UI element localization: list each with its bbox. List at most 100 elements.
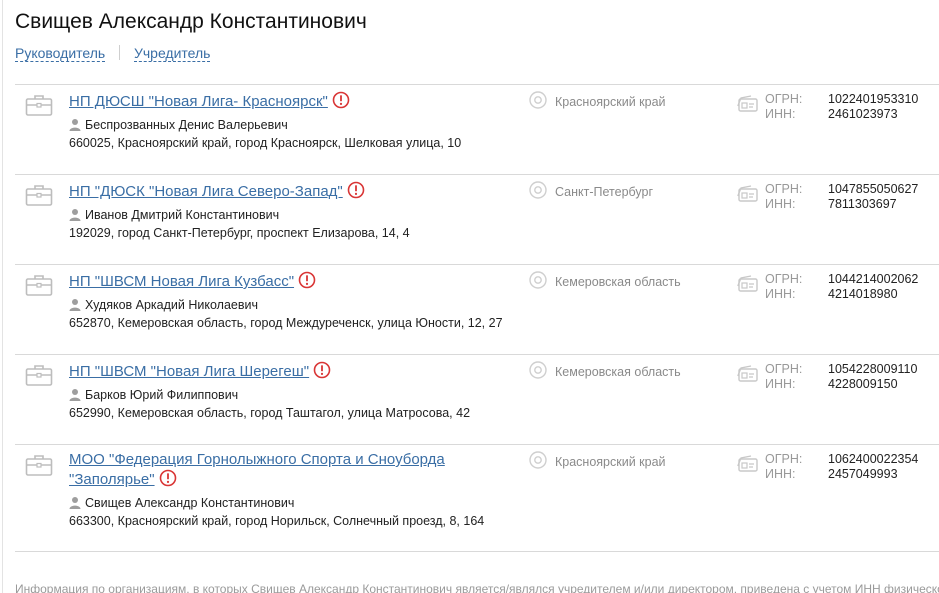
location-pin-icon — [529, 91, 547, 116]
organization-row: НП "ШВСМ "Новая Лига Шерегеш" Барков Юри… — [15, 355, 939, 445]
inn-label: ИНН: — [765, 377, 796, 391]
organization-region: Кемеровская область — [529, 361, 681, 386]
location-pin-icon — [529, 181, 547, 206]
warning-icon[interactable] — [347, 181, 365, 204]
registration-values: 1054228009110 4228009150 — [828, 362, 917, 392]
ogrn-value: 1022401953310 — [828, 92, 919, 106]
inn-value: 2457049993 — [828, 467, 898, 481]
id-card-icon — [737, 275, 759, 298]
left-border — [2, 0, 3, 593]
warning-icon[interactable] — [313, 361, 331, 384]
role-tabs: Руководитель Учредитель — [15, 45, 211, 62]
organization-head: Барков Юрий Филиппович — [69, 387, 469, 405]
location-pin-icon — [529, 451, 547, 476]
organization-region: Кемеровская область — [529, 271, 681, 296]
organization-info: НП "ДЮСК "Новая Лига Северо-Запад" Ивано… — [69, 181, 469, 242]
ogrn-label: ОГРН: — [765, 92, 803, 106]
organization-info: МОО "Федерация Горнолыжного Спорта и Сно… — [69, 451, 485, 530]
organization-info: НП ДЮСШ "Новая Лига- Красноярск" Беспроз… — [69, 91, 469, 152]
person-icon — [69, 388, 81, 405]
registration-values: 1022401953310 2461023973 — [828, 92, 918, 122]
inn-label: ИНН: — [765, 287, 796, 301]
organization-region-name: Кемеровская область — [555, 275, 681, 289]
organization-region-name: Кемеровская область — [555, 365, 681, 379]
ogrn-label: ОГРН: — [765, 182, 803, 196]
organization-address: 663300, Красноярский край, город Норильс… — [69, 514, 485, 528]
registration-labels: ОГРН: ИНН: — [765, 362, 802, 392]
organization-address: 192029, город Санкт-Петербург, проспект … — [69, 226, 410, 240]
ogrn-label: ОГРН: — [765, 272, 803, 286]
organization-name-link[interactable]: НП "ШВСМ Новая Лига Кузбасс" — [69, 273, 294, 290]
ogrn-label: ОГРН: — [765, 452, 803, 466]
organization-address: 652870, Кемеровская область, город Между… — [69, 316, 503, 330]
inn-label: ИНН: — [765, 467, 796, 481]
footer-note: Информация по организациям, в которых Св… — [15, 582, 939, 593]
briefcase-icon — [25, 93, 53, 122]
warning-icon[interactable] — [332, 91, 350, 114]
id-card-icon — [737, 95, 759, 118]
registration-labels: ОГРН: ИНН: — [765, 92, 802, 122]
warning-icon[interactable] — [159, 469, 177, 492]
inn-value: 4228009150 — [828, 377, 898, 391]
tab-founder[interactable]: Учредитель — [133, 45, 211, 62]
organization-region-name: Красноярский край — [555, 95, 666, 109]
person-icon — [69, 118, 81, 135]
tab-separator — [119, 45, 121, 60]
organization-head: Худяков Аркадий Николаевич — [69, 297, 469, 315]
organization-head-name: Свищев Александр Константинович — [85, 496, 295, 510]
organization-head-name: Худяков Аркадий Николаевич — [85, 298, 258, 312]
page: Свищев Александр Константинович Руководи… — [0, 0, 939, 593]
organization-head-name: Беспрозванных Денис Валерьевич — [85, 118, 288, 132]
id-card-icon — [737, 455, 759, 478]
organization-head-name: Иванов Дмитрий Константинович — [85, 208, 280, 222]
registration-values: 1047855050627 7811303697 — [828, 182, 918, 212]
ogrn-value: 1047855050627 — [828, 182, 919, 196]
organization-row: НП "ШВСМ Новая Лига Кузбасс" Худяков Арк… — [15, 265, 939, 355]
ogrn-label: ОГРН: — [765, 362, 803, 376]
organization-name-link-continued[interactable]: "Заполярье" — [69, 471, 155, 488]
inn-label: ИНН: — [765, 197, 796, 211]
organization-name-link[interactable]: МОО "Федерация Горнолыжного Спорта и Сно… — [69, 451, 445, 468]
person-icon — [69, 298, 81, 315]
organization-head: Иванов Дмитрий Константинович — [69, 207, 469, 225]
inn-value: 7811303697 — [828, 197, 897, 211]
organization-name-link[interactable]: НП "ШВСМ "Новая Лига Шерегеш" — [69, 363, 309, 380]
tab-director[interactable]: Руководитель — [15, 45, 106, 62]
organization-address: 660025, Красноярский край, город Красноя… — [69, 136, 462, 150]
ogrn-value: 1054228009110 — [828, 362, 918, 376]
organization-region-name: Красноярский край — [555, 455, 666, 469]
page-title: Свищев Александр Константинович — [15, 10, 367, 33]
ogrn-value: 1044214002062 — [828, 272, 919, 286]
inn-value: 4214018980 — [828, 287, 898, 301]
organization-name-block: НП "ШВСМ "Новая Лига Шерегеш" — [69, 361, 469, 384]
registration-labels: ОГРН: ИНН: — [765, 182, 802, 212]
organization-row: НП "ДЮСК "Новая Лига Северо-Запад" Ивано… — [15, 175, 939, 265]
ogrn-value: 1062400022354 — [828, 452, 919, 466]
organization-info: НП "ШВСМ "Новая Лига Шерегеш" Барков Юри… — [69, 361, 471, 422]
organization-head: Беспрозванных Денис Валерьевич — [69, 117, 469, 135]
person-icon — [69, 496, 81, 513]
organization-row: НП ДЮСШ "Новая Лига- Красноярск" Беспроз… — [15, 85, 939, 175]
organization-region: Санкт-Петербург — [529, 181, 653, 206]
inn-label: ИНН: — [765, 107, 796, 121]
location-pin-icon — [529, 361, 547, 386]
briefcase-icon — [25, 363, 53, 392]
id-card-icon — [737, 365, 759, 388]
organization-name-link[interactable]: НП ДЮСШ "Новая Лига- Красноярск" — [69, 93, 328, 110]
organization-region-name: Санкт-Петербург — [555, 185, 654, 199]
organization-name-block: МОО "Федерация Горнолыжного Спорта и Сно… — [69, 451, 469, 492]
organization-list: НП ДЮСШ "Новая Лига- Красноярск" Беспроз… — [15, 84, 939, 552]
inn-value: 2461023973 — [828, 107, 898, 121]
warning-icon[interactable] — [298, 271, 316, 294]
id-card-icon — [737, 185, 759, 208]
registration-values: 1044214002062 4214018980 — [828, 272, 918, 302]
person-icon — [69, 208, 81, 225]
organization-name-block: НП ДЮСШ "Новая Лига- Красноярск" — [69, 91, 469, 114]
organization-head-name: Барков Юрий Филиппович — [85, 388, 239, 402]
organization-name-block: НП "ДЮСК "Новая Лига Северо-Запад" — [69, 181, 469, 204]
organization-name-link[interactable]: НП "ДЮСК "Новая Лига Северо-Запад" — [69, 183, 343, 200]
organization-row: МОО "Федерация Горнолыжного Спорта и Сно… — [15, 445, 939, 552]
organization-address: 652990, Кемеровская область, город Ташта… — [69, 406, 471, 420]
organization-name-block: НП "ШВСМ Новая Лига Кузбасс" — [69, 271, 469, 294]
registration-values: 1062400022354 2457049993 — [828, 452, 918, 482]
